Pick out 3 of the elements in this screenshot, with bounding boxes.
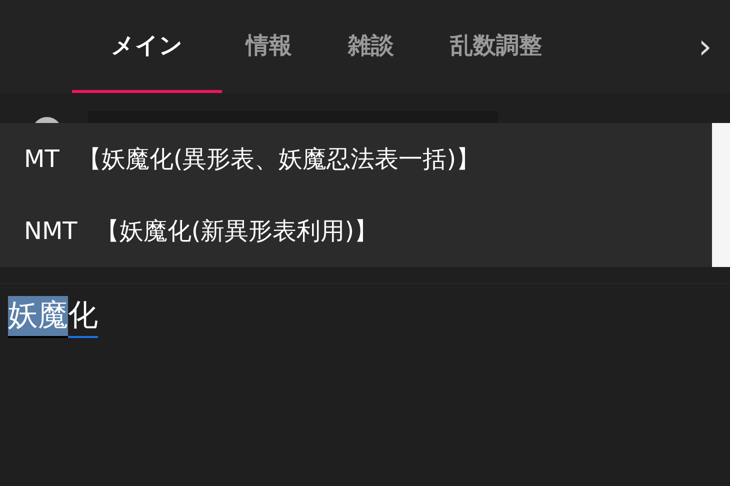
suggestion-item[interactable]: MT 【妖魔化(異形表、妖魔忍法表一括)】 [0,123,712,195]
suggestion-item[interactable]: NMT 【妖魔化(新異形表利用)】 [0,195,712,267]
scroll-right-button[interactable]: › [680,0,730,93]
